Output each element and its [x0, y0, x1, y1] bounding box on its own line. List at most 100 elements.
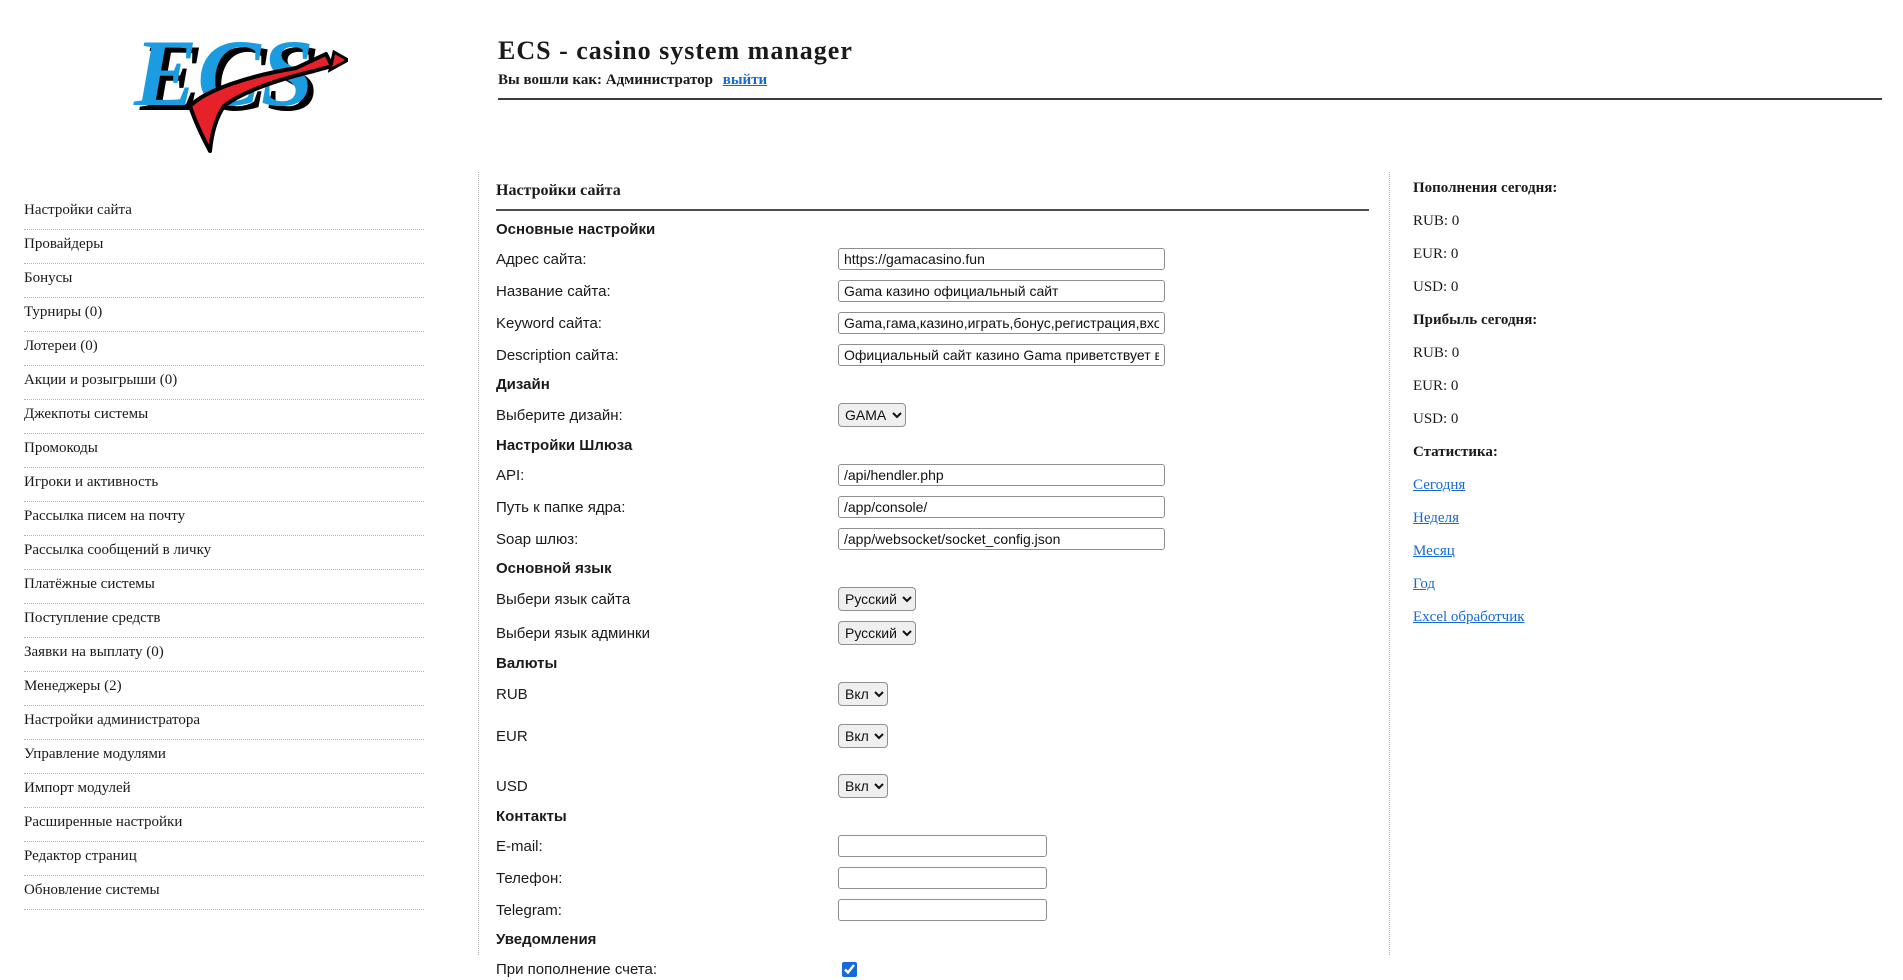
site-language-row: Выбери язык сайта Русский: [496, 587, 1389, 611]
sidebar-item-pm-broadcast[interactable]: Рассылка сообщений в личку: [24, 536, 424, 570]
telegram-row: Telegram:: [496, 899, 1389, 921]
api-row: API:: [496, 464, 1389, 486]
telegram-label: Telegram:: [496, 902, 838, 919]
sidebar-item-admin-settings[interactable]: Настройки администратора: [24, 706, 424, 740]
profit-eur: EUR: 0: [1413, 378, 1743, 395]
sidebar: Настройки сайта Провайдеры Бонусы Турнир…: [24, 196, 424, 910]
ecs-logo-graphic: ECS ECS: [118, 14, 348, 154]
login-status: Вы вошли как: Администратор: [498, 72, 713, 88]
section-contacts: Контакты: [496, 808, 1389, 825]
deposit-notification-label: При пополнение счета:: [496, 961, 838, 978]
currency-rub-select[interactable]: Вкл: [838, 682, 888, 706]
sidebar-item-site-settings[interactable]: Настройки сайта: [24, 196, 424, 230]
sidebar-item-page-editor[interactable]: Редактор страниц: [24, 842, 424, 876]
sidebar-item-providers[interactable]: Провайдеры: [24, 230, 424, 264]
deposits-rub: RUB: 0: [1413, 213, 1743, 230]
profit-rub: RUB: 0: [1413, 345, 1743, 362]
sidebar-item-jackpots[interactable]: Джекпоты системы: [24, 400, 424, 434]
currency-eur-select[interactable]: Вкл: [838, 724, 888, 748]
sidebar-item-managers[interactable]: Менеджеры (2): [24, 672, 424, 706]
design-select-label: Выберите дизайн:: [496, 407, 838, 424]
site-name-input[interactable]: [838, 280, 1165, 302]
api-input[interactable]: [838, 464, 1165, 486]
phone-input[interactable]: [838, 867, 1047, 889]
currency-usd-row: USD Вкл: [496, 774, 1389, 798]
sidebar-item-module-import[interactable]: Импорт модулей: [24, 774, 424, 808]
site-name-row: Название сайта:: [496, 280, 1389, 302]
currency-eur-label: EUR: [496, 728, 838, 745]
design-select-row: Выберите дизайн: GAMA: [496, 403, 1389, 427]
stats-link-month[interactable]: Месяц: [1413, 543, 1455, 559]
site-address-label: Адрес сайта:: [496, 251, 838, 268]
currency-usd-label: USD: [496, 778, 838, 795]
ecs-logo: ECS ECS: [118, 14, 348, 154]
deposits-usd: USD: 0: [1413, 279, 1743, 296]
stats-link-year[interactable]: Год: [1413, 576, 1435, 592]
telegram-input[interactable]: [838, 899, 1047, 921]
section-gateway: Настройки Шлюза: [496, 437, 1389, 454]
statistics-heading: Статистика:: [1413, 444, 1743, 461]
core-path-input[interactable]: [838, 496, 1165, 518]
site-keyword-input[interactable]: [838, 312, 1165, 334]
site-language-select[interactable]: Русский: [838, 587, 916, 611]
site-address-row: Адрес сайта:: [496, 248, 1389, 270]
phone-label: Телефон:: [496, 870, 838, 887]
sidebar-item-incoming-funds[interactable]: Поступление средств: [24, 604, 424, 638]
site-keyword-label: Keyword сайта:: [496, 315, 838, 332]
section-design: Дизайн: [496, 376, 1389, 393]
stats-link-excel[interactable]: Excel обработчик: [1413, 609, 1525, 625]
core-path-label: Путь к папке ядра:: [496, 499, 838, 516]
design-select[interactable]: GAMA: [838, 403, 906, 427]
section-language: Основной язык: [496, 560, 1389, 577]
site-language-label: Выбери язык сайта: [496, 591, 838, 608]
admin-language-select[interactable]: Русский: [838, 621, 916, 645]
site-name-label: Название сайта:: [496, 283, 838, 300]
email-input[interactable]: [838, 835, 1047, 857]
sidebar-item-payout-requests[interactable]: Заявки на выплату (0): [24, 638, 424, 672]
sidebar-item-module-management[interactable]: Управление модулями: [24, 740, 424, 774]
panel-divider: [496, 209, 1369, 211]
email-row: E-mail:: [496, 835, 1389, 857]
admin-language-row: Выбери язык админки Русский: [496, 621, 1389, 645]
logout-link[interactable]: выйти: [723, 72, 767, 88]
sidebar-item-system-update[interactable]: Обновление системы: [24, 876, 424, 910]
site-description-row: Description сайта:: [496, 344, 1389, 366]
header-divider: [498, 98, 1882, 100]
sidebar-item-promotions[interactable]: Акции и розыгрыши (0): [24, 366, 424, 400]
sidebar-item-payment-systems[interactable]: Платёжные системы: [24, 570, 424, 604]
section-basic-settings: Основные настройки: [496, 221, 1389, 238]
section-currencies: Валюты: [496, 655, 1389, 672]
sidebar-item-bonuses[interactable]: Бонусы: [24, 264, 424, 298]
currency-rub-label: RUB: [496, 686, 838, 703]
app-title: ECS - casino system manager: [498, 36, 1882, 66]
sidebar-item-lotteries[interactable]: Лотереи (0): [24, 332, 424, 366]
sidebar-item-advanced-settings[interactable]: Расширенные настройки: [24, 808, 424, 842]
soap-gateway-input[interactable]: [838, 528, 1165, 550]
sidebar-item-promocodes[interactable]: Промокоды: [24, 434, 424, 468]
site-description-input[interactable]: [838, 344, 1165, 366]
currency-rub-row: RUB Вкл: [496, 682, 1389, 706]
site-description-label: Description сайта:: [496, 347, 838, 364]
deposit-notification-row: При пополнение счета:: [496, 958, 1389, 980]
sidebar-item-tournaments[interactable]: Турниры (0): [24, 298, 424, 332]
deposits-today-heading: Пополнения сегодня:: [1413, 180, 1743, 197]
currency-usd-select[interactable]: Вкл: [838, 774, 888, 798]
deposit-notification-checkbox[interactable]: [842, 962, 857, 977]
stats-link-today[interactable]: Сегодня: [1413, 477, 1465, 493]
site-address-input[interactable]: [838, 248, 1165, 270]
sidebar-item-players-activity[interactable]: Игроки и активность: [24, 468, 424, 502]
api-label: API:: [496, 467, 838, 484]
site-keyword-row: Keyword сайта:: [496, 312, 1389, 334]
site-settings-panel: Настройки сайта Основные настройки Адрес…: [478, 172, 1390, 955]
profit-usd: USD: 0: [1413, 411, 1743, 428]
phone-row: Телефон:: [496, 867, 1389, 889]
soap-gateway-label: Soap шлюз:: [496, 531, 838, 548]
section-notifications: Уведомления: [496, 931, 1389, 948]
currency-eur-row: EUR Вкл: [496, 724, 1389, 748]
stats-link-week[interactable]: Неделя: [1413, 510, 1459, 526]
admin-language-label: Выбери язык админки: [496, 625, 838, 642]
deposits-eur: EUR: 0: [1413, 246, 1743, 263]
stats-panel: Пополнения сегодня: RUB: 0 EUR: 0 USD: 0…: [1413, 180, 1743, 642]
profit-today-heading: Прибыль сегодня:: [1413, 312, 1743, 329]
sidebar-item-email-broadcast[interactable]: Рассылка писем на почту: [24, 502, 424, 536]
